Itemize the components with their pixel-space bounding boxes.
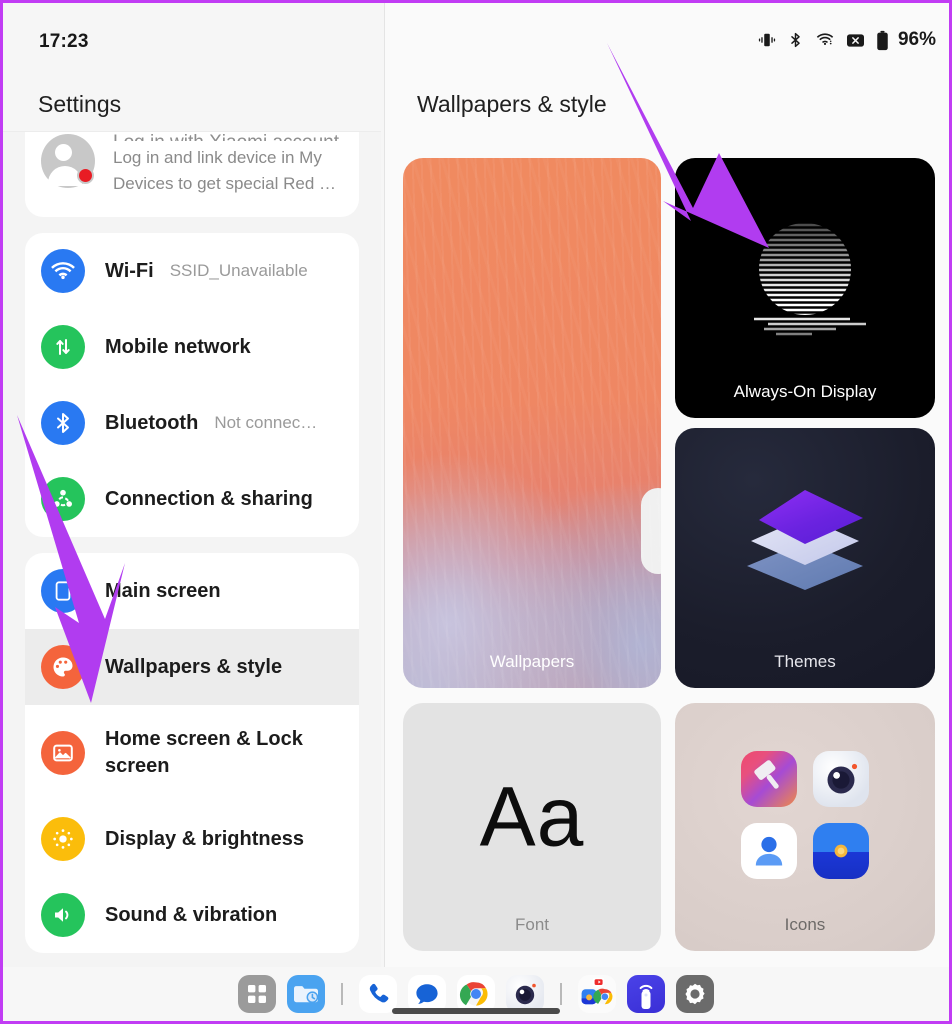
phone-screenshot: 17:23 Settings Log in with Xiaomi accoun… — [0, 0, 952, 1024]
phone-icon[interactable] — [359, 975, 397, 1013]
sidebar-item-label: Bluetooth — [105, 411, 199, 434]
file-manager-icon[interactable] — [287, 975, 325, 1013]
settings-left-panel: 17:23 Settings Log in with Xiaomi accoun… — [3, 3, 381, 1021]
wallpapers-style-right-panel: 96% Wallpapers & style Wallpapers Always… — [385, 3, 949, 1021]
font-preview-text: Aa — [479, 769, 585, 864]
wifi-icon — [816, 33, 834, 45]
vibrate-icon — [758, 33, 776, 47]
no-sim-icon — [846, 33, 864, 47]
icons-preview-grid — [741, 750, 869, 879]
battery-percent-label: 96% — [897, 29, 936, 50]
account-title: Log in with Xiaomi account — [113, 132, 343, 141]
taskbar-separator — [560, 983, 562, 1005]
connection-sharing-icon — [41, 477, 85, 521]
tile-label: Font — [514, 915, 550, 934]
tile-label: Icons — [784, 915, 826, 934]
camera-app-icon — [813, 750, 869, 807]
battery-icon — [877, 30, 888, 50]
tile-label: Always-On Display — [733, 382, 877, 401]
wifi-icon — [41, 249, 85, 293]
sidebar-item-label: Wi-Fi — [105, 259, 154, 282]
right-panel-title: Wallpapers & style — [417, 91, 607, 117]
account-card[interactable]: Log in with Xiaomi account Log in and li… — [25, 132, 359, 217]
sidebar-item-main-screen[interactable]: Main screen — [25, 553, 359, 629]
wallpaper-notch-cutout — [641, 488, 661, 574]
contacts-app-icon — [741, 822, 797, 879]
palette-icon — [41, 645, 85, 689]
tile-label: Wallpapers — [489, 652, 575, 671]
tile-wallpapers[interactable]: Wallpapers — [403, 158, 661, 688]
sidebar-item-connection-sharing[interactable]: Connection & sharing — [25, 461, 359, 537]
sidebar-item-label: Sound & vibration — [105, 903, 278, 926]
personalization-card: Main screen Wallpapers & style Home scre… — [25, 553, 359, 953]
sidebar-item-home-lock-screen[interactable]: Home screen & Lock screen — [25, 705, 359, 801]
bluetooth-icon — [41, 401, 85, 445]
app-drawer-icon[interactable] — [238, 975, 276, 1013]
account-description: Log in and link device in My Devices to … — [113, 148, 336, 193]
sidebar-item-sound-vibration[interactable]: Sound & vibration — [25, 877, 359, 953]
image-icon — [41, 731, 85, 775]
sidebar-item-value: Not connec… — [214, 413, 318, 432]
mi-remote-icon[interactable] — [627, 975, 665, 1013]
page-title: Settings — [38, 91, 122, 117]
sidebar-item-label: Connection & sharing — [105, 487, 313, 510]
taskbar[interactable] — [3, 967, 949, 1021]
sound-icon — [41, 893, 85, 937]
connectivity-card: Wi-Fi SSID_Unavailable Mobile network Bl… — [25, 233, 359, 537]
sidebar-item-wallpapers-style[interactable]: Wallpapers & style — [25, 629, 359, 705]
layers-icon — [747, 490, 863, 591]
brightness-icon — [41, 817, 85, 861]
sidebar-item-label: Main screen — [105, 579, 221, 602]
gallery-app-icon — [813, 822, 869, 879]
sidebar-item-label: Display & brightness — [105, 827, 304, 850]
sidebar-item-value: SSID_Unavailable — [169, 261, 308, 280]
sidebar-item-label: Home screen & Lock screen — [105, 728, 303, 777]
sidebar-item-wifi[interactable]: Wi-Fi SSID_Unavailable — [25, 233, 359, 309]
settings-list[interactable]: Log in with Xiaomi account Log in and li… — [3, 132, 381, 1021]
sidebar-item-display-brightness[interactable]: Display & brightness — [25, 801, 359, 877]
account-row[interactable]: Log in with Xiaomi account Log in and li… — [25, 132, 359, 217]
account-avatar-icon — [41, 134, 95, 188]
taskbar-separator — [341, 983, 343, 1005]
tile-font[interactable]: Aa Font — [403, 703, 661, 951]
recent-apps-folder-icon[interactable] — [578, 975, 616, 1013]
sidebar-item-bluetooth[interactable]: Bluetooth Not connec… — [25, 385, 359, 461]
left-panel-header: 17:23 Settings — [3, 3, 381, 132]
clock: 17:23 — [39, 31, 89, 52]
tile-label: Themes — [774, 652, 836, 671]
sidebar-item-mobile-network[interactable]: Mobile network — [25, 309, 359, 385]
tile-icons[interactable]: Icons — [675, 703, 935, 951]
bluetooth-icon — [791, 32, 800, 48]
aod-sun-lines-icon — [754, 223, 866, 335]
home-indicator[interactable] — [392, 1008, 560, 1014]
tile-themes[interactable]: Themes — [675, 428, 935, 688]
status-bar: 96% — [758, 29, 936, 51]
sidebar-item-label: Mobile network — [105, 335, 251, 358]
sidebar-item-label: Wallpapers & style — [105, 655, 283, 678]
main-screen-icon — [41, 569, 85, 613]
themes-app-icon — [741, 750, 797, 807]
settings-gear-icon[interactable] — [676, 975, 714, 1013]
tile-always-on-display[interactable]: Always-On Display — [675, 158, 935, 418]
mobile-network-icon — [41, 325, 85, 369]
